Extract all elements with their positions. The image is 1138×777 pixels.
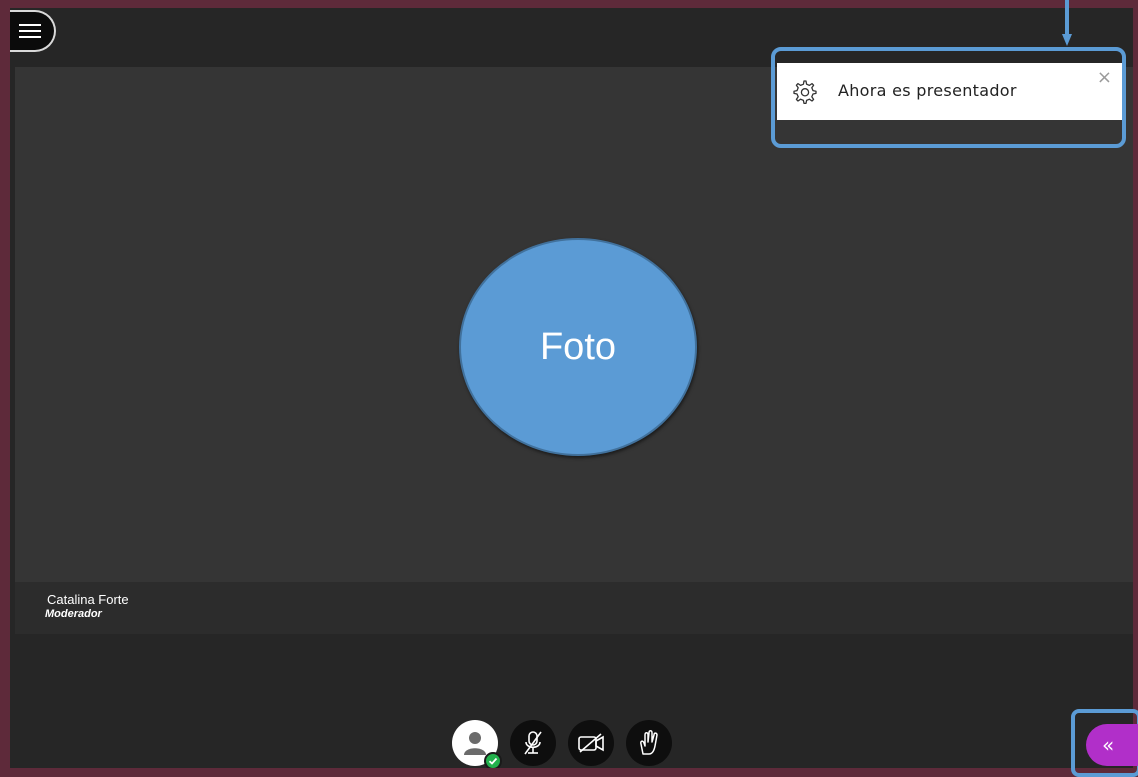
participant-name: Catalina Forte xyxy=(47,592,129,607)
participant-nameplate: Catalina Forte Moderador xyxy=(15,582,1133,634)
notification-message: Ahora es presentador xyxy=(838,81,1017,100)
photo-label: Foto xyxy=(539,325,617,368)
mute-microphone-button[interactable] xyxy=(510,720,556,766)
user-status-button[interactable] xyxy=(452,720,502,768)
callout-arrow xyxy=(1062,0,1072,46)
hamburger-menu-button[interactable] xyxy=(10,10,56,52)
participant-role: Moderador xyxy=(45,608,102,620)
close-notification-button[interactable]: × xyxy=(1097,67,1112,88)
presenter-notification: Ahora es presentador × xyxy=(777,63,1122,120)
chevron-double-left-icon: « xyxy=(1102,733,1115,757)
status-ok-badge xyxy=(484,752,502,768)
checkmark-icon xyxy=(488,757,498,765)
hamburger-menu-icon xyxy=(19,20,41,42)
raise-hand-button[interactable] xyxy=(626,720,672,766)
sidebar-toggle-button[interactable]: « xyxy=(1086,724,1138,766)
toggle-camera-button[interactable] xyxy=(568,720,614,766)
camera-off-icon xyxy=(578,733,604,753)
participant-photo-placeholder: Foto xyxy=(459,238,697,456)
raise-hand-icon xyxy=(640,730,658,755)
gear-icon xyxy=(793,80,817,105)
mic-muted-icon xyxy=(524,731,542,755)
media-toolbar xyxy=(452,720,672,768)
user-status-icon xyxy=(464,732,486,755)
